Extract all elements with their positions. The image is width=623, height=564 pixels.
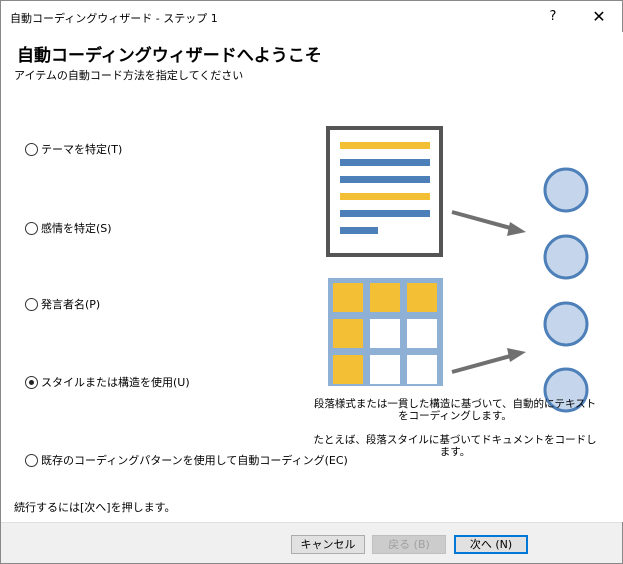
help-button[interactable]: ? <box>533 1 573 32</box>
text-line <box>340 142 430 149</box>
next-button[interactable]: 次へ (N) <box>454 535 528 554</box>
text-line <box>340 176 430 183</box>
example-text: たとえば、段落スタイルに基づいてドキュメントをコードします。 <box>313 434 597 458</box>
button-bar: キャンセル 戻る (B) 次へ (N) <box>1 522 622 563</box>
radio-button[interactable] <box>25 297 38 311</box>
text-line <box>340 159 430 166</box>
text-line <box>340 227 378 234</box>
option-existing-pattern[interactable]: 既存のコーディングパターンを使用して自動コーディング(EC) <box>25 452 348 468</box>
option-sentiment[interactable]: 感情を特定(S) <box>25 220 112 236</box>
option-label: 既存のコーディングパターンを使用して自動コーディング(EC) <box>41 454 348 467</box>
description-text: 段落様式または一貫した構造に基づいて、自動的にテキストをコーディングします。 <box>313 398 597 422</box>
text-line <box>340 193 430 200</box>
structure-coding-illustration <box>326 126 589 413</box>
table-icon <box>328 278 443 386</box>
option-style-structure[interactable]: スタイルまたは構造を使用(U) <box>25 374 190 390</box>
option-theme[interactable]: テーマを特定(T) <box>25 141 122 157</box>
arrow-icon <box>451 210 526 236</box>
back-button[interactable]: 戻る (B) <box>372 535 446 554</box>
option-label: テーマを特定(T) <box>41 143 123 156</box>
node-circle <box>543 167 589 213</box>
radio-button[interactable] <box>25 453 38 467</box>
close-button[interactable]: ✕ <box>577 1 621 32</box>
option-label: 感情を特定(S) <box>41 222 112 235</box>
radio-button-selected[interactable] <box>25 375 38 389</box>
option-label: スタイルまたは構造を使用(U) <box>41 376 190 389</box>
radio-button[interactable] <box>25 221 38 235</box>
node-circle <box>543 301 589 347</box>
page-title: 自動コーディングウィザードへようこそ <box>17 46 322 66</box>
wizard-content: 自動コーディングウィザードへようこそ アイテムの自動コード方法を指定してください… <box>2 32 623 522</box>
text-line <box>340 210 430 217</box>
option-label: 発言者名(P) <box>41 298 101 311</box>
node-circle <box>543 234 589 280</box>
option-speaker[interactable]: 発言者名(P) <box>25 296 100 312</box>
arrow-icon <box>451 348 526 374</box>
title-bar: 自動コーディングウィザード - ステップ 1 ? ✕ <box>1 1 622 32</box>
wizard-window: 自動コーディングウィザード - ステップ 1 ? ✕ 自動コーディングウィザード… <box>0 0 623 564</box>
radio-button[interactable] <box>25 142 38 156</box>
page-subtitle: アイテムの自動コード方法を指定してください <box>14 69 244 82</box>
instruction-text: 続行するには[次へ]を押します。 <box>14 501 176 514</box>
cancel-button[interactable]: キャンセル <box>291 535 365 554</box>
window-title: 自動コーディングウィザード - ステップ 1 <box>10 12 218 25</box>
